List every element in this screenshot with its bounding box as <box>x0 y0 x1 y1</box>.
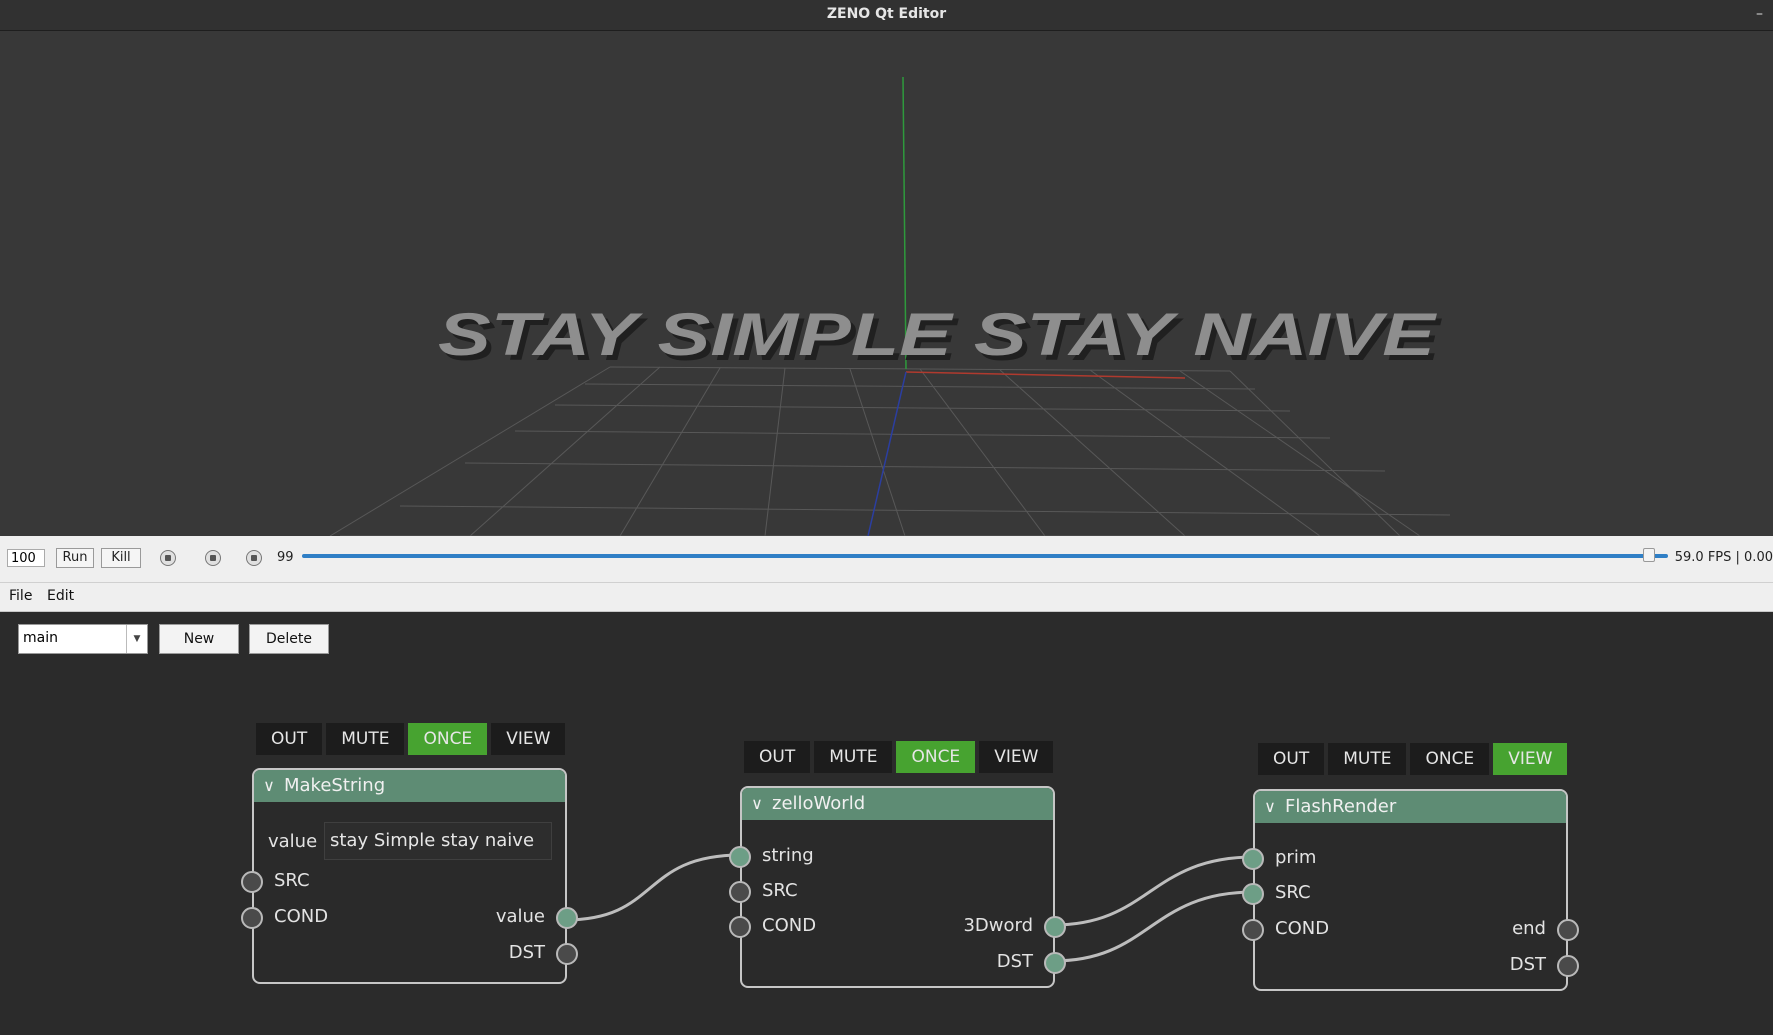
wire-dst-to-src <box>1052 890 1255 963</box>
node-once-button[interactable]: ONCE <box>1410 743 1490 775</box>
output-label-end: end <box>1512 918 1546 939</box>
socket-out-dst[interactable] <box>1044 952 1066 974</box>
node-title: FlashRender <box>1285 796 1397 817</box>
node-title: zelloWorld <box>772 793 866 814</box>
node-once-button[interactable]: ONCE <box>408 723 488 755</box>
collapse-chevron-icon[interactable]: ∨ <box>742 788 772 820</box>
socket-in-string[interactable] <box>729 846 751 868</box>
socket-in-src[interactable] <box>1242 883 1264 905</box>
wire-3dword-to-prim <box>1052 855 1255 927</box>
param-label: value <box>268 831 318 852</box>
node-mute-button[interactable]: MUTE <box>326 723 405 755</box>
node-view-button[interactable]: VIEW <box>979 741 1054 773</box>
socket-in-cond[interactable] <box>1242 919 1264 941</box>
input-label-cond: COND <box>1275 918 1330 939</box>
input-label-string: string <box>762 845 814 866</box>
socket-out-3dword[interactable] <box>1044 916 1066 938</box>
wire-value-to-string <box>564 853 742 922</box>
input-label-src: SRC <box>274 870 310 891</box>
socket-in-src[interactable] <box>729 881 751 903</box>
output-label-value: value <box>495 906 545 927</box>
socket-in-cond[interactable] <box>241 907 263 929</box>
input-label-prim: prim <box>1275 847 1317 868</box>
output-label-dst: DST <box>508 942 545 963</box>
node-out-button[interactable]: OUT <box>256 723 323 755</box>
socket-out-dst[interactable] <box>1557 955 1579 977</box>
collapse-chevron-icon[interactable]: ∨ <box>1255 791 1285 823</box>
node-title: MakeString <box>284 775 386 796</box>
output-label-dst: DST <box>996 951 1033 972</box>
input-label-cond: COND <box>274 906 329 927</box>
node-header[interactable]: ∨ zelloWorld <box>742 788 1053 820</box>
socket-out-end[interactable] <box>1557 919 1579 941</box>
param-value-field[interactable]: stay Simple stay naive <box>324 822 552 860</box>
node-once-button[interactable]: ONCE <box>896 741 976 773</box>
socket-in-src[interactable] <box>241 871 263 893</box>
node-out-button[interactable]: OUT <box>744 741 811 773</box>
node-header[interactable]: ∨ MakeString <box>254 770 565 802</box>
input-label-cond: COND <box>762 915 817 936</box>
collapse-chevron-icon[interactable]: ∨ <box>254 770 284 802</box>
input-label-src: SRC <box>762 880 798 901</box>
output-label-3dword: 3Dword <box>963 915 1033 936</box>
node-view-button[interactable]: VIEW <box>491 723 566 755</box>
socket-out-value[interactable] <box>556 907 578 929</box>
node-header[interactable]: ∨ FlashRender <box>1255 791 1566 823</box>
socket-out-dst[interactable] <box>556 943 578 965</box>
output-label-dst: DST <box>1509 954 1546 975</box>
node-out-button[interactable]: OUT <box>1258 743 1325 775</box>
input-label-src: SRC <box>1275 882 1311 903</box>
node-view-button[interactable]: VIEW <box>1493 743 1568 775</box>
socket-in-prim[interactable] <box>1242 848 1264 870</box>
node-mute-button[interactable]: MUTE <box>1328 743 1407 775</box>
socket-in-cond[interactable] <box>729 916 751 938</box>
node-mute-button[interactable]: MUTE <box>814 741 893 773</box>
